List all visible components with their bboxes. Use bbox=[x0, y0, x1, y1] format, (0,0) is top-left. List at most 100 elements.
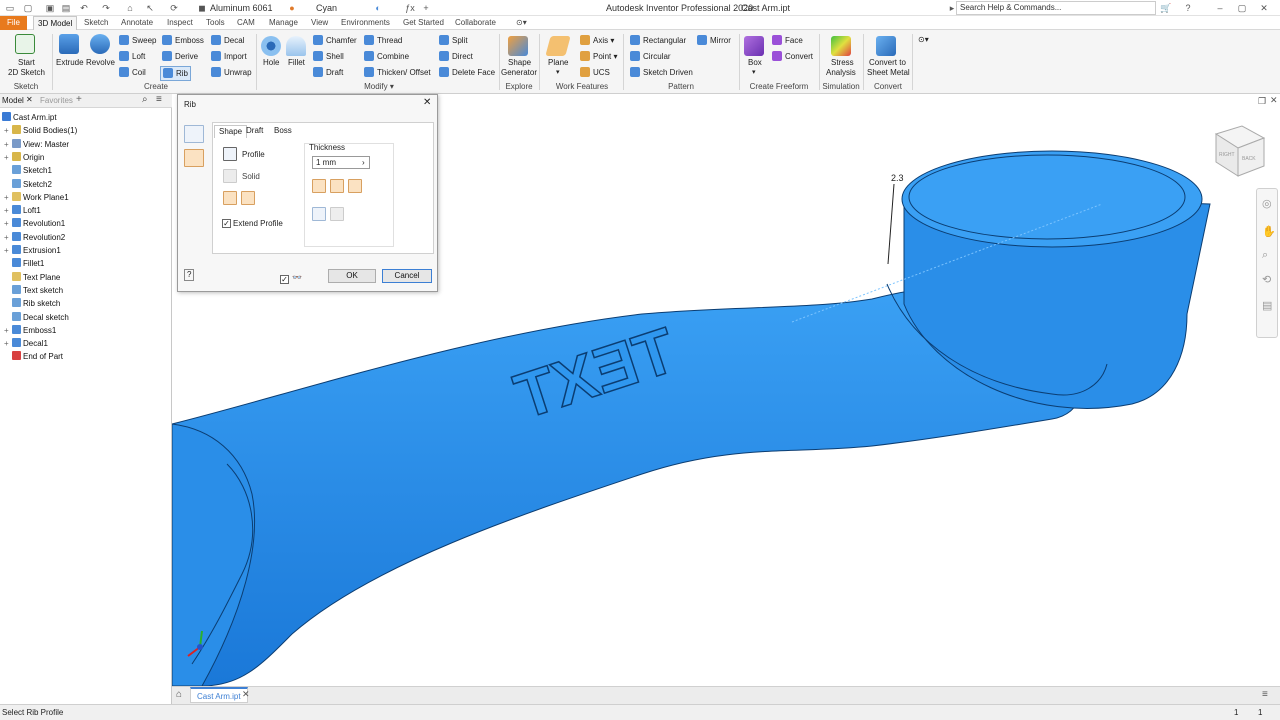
clear-appearance-icon[interactable]: ◐ bbox=[372, 2, 384, 14]
browser-item[interactable]: + Solid Bodies(1) bbox=[4, 125, 77, 138]
tab-list-icon[interactable]: ≡ bbox=[1262, 689, 1268, 700]
profile-select-icon[interactable] bbox=[223, 147, 237, 161]
new-icon[interactable]: ▢ bbox=[22, 2, 34, 14]
rib-normal-icon[interactable] bbox=[184, 125, 204, 143]
direct-button[interactable]: Direct bbox=[439, 51, 473, 62]
appearance-select[interactable]: Cyan bbox=[316, 2, 337, 14]
expand-icon[interactable]: + bbox=[4, 152, 12, 164]
expand-icon[interactable]: + bbox=[4, 125, 12, 137]
dialog-help-icon[interactable]: ? bbox=[184, 269, 195, 281]
shell-button[interactable]: Shell bbox=[313, 51, 344, 62]
sweep-button[interactable]: Sweep bbox=[119, 35, 156, 46]
group-modify[interactable]: Modify ▾ bbox=[260, 82, 498, 92]
home-tab-icon[interactable]: ⌂ bbox=[176, 689, 182, 700]
rib-parallel-icon[interactable] bbox=[184, 149, 204, 167]
sketch-driven-button[interactable]: Sketch Driven bbox=[630, 67, 693, 78]
home-icon[interactable]: ⌂ bbox=[124, 2, 136, 14]
mirror-button[interactable]: Mirror bbox=[697, 35, 731, 46]
pan-icon[interactable]: ✋ bbox=[1262, 225, 1276, 238]
browser-item[interactable]: + Emboss1 bbox=[4, 324, 56, 338]
plane-button[interactable]: Plane bbox=[548, 58, 568, 68]
extrude-icon[interactable] bbox=[59, 34, 79, 54]
analysis-label[interactable]: Analysis bbox=[826, 68, 856, 78]
maximize-icon[interactable]: ▢ bbox=[1236, 2, 1248, 14]
fillet-button[interactable]: Fillet bbox=[288, 58, 305, 68]
thickness-input[interactable]: 1 mm › bbox=[312, 156, 370, 169]
ribbon-options-icon[interactable]: ⊙▾ bbox=[512, 16, 531, 30]
thickness-symmetric-icon[interactable] bbox=[348, 179, 362, 193]
direction-2-icon[interactable] bbox=[241, 191, 255, 205]
circular-button[interactable]: Circular bbox=[630, 51, 671, 62]
expand-icon[interactable]: + bbox=[4, 192, 12, 204]
right-boss-top[interactable] bbox=[901, 150, 1203, 248]
tab-3d-model[interactable]: 3D Model bbox=[33, 16, 78, 30]
stress-label[interactable]: Stress bbox=[831, 58, 854, 68]
doc-tab-close-icon[interactable]: ✕ bbox=[242, 689, 250, 700]
stress-analysis-icon[interactable] bbox=[831, 36, 851, 56]
expand-icon[interactable]: + bbox=[4, 139, 12, 151]
emboss-button[interactable]: Emboss bbox=[162, 35, 204, 46]
generator-label[interactable]: Generator bbox=[501, 68, 537, 78]
cart-icon[interactable]: 🛒 bbox=[1160, 2, 1172, 14]
thickness-side-2-icon[interactable] bbox=[330, 179, 344, 193]
help-icon[interactable]: ? bbox=[1182, 2, 1194, 14]
tab-view[interactable]: View bbox=[307, 16, 332, 30]
browser-item[interactable]: Cast Arm.ipt bbox=[2, 112, 57, 125]
thickness-arrow-icon[interactable]: › bbox=[362, 158, 365, 168]
tab-shape[interactable]: Shape bbox=[214, 125, 248, 138]
expand-icon[interactable]: + bbox=[4, 325, 12, 337]
tab-manage[interactable]: Manage bbox=[265, 16, 302, 30]
tab-file[interactable]: File bbox=[0, 16, 27, 30]
browser-item[interactable]: Fillet1 bbox=[4, 258, 44, 271]
tab-model[interactable]: Model bbox=[2, 96, 24, 105]
expand-icon[interactable]: + bbox=[4, 338, 12, 350]
tab-tools[interactable]: Tools bbox=[202, 16, 229, 30]
tab-get-started[interactable]: Get Started bbox=[399, 16, 448, 30]
start-sketch-icon[interactable] bbox=[15, 34, 35, 54]
hole-button[interactable]: Hole bbox=[263, 58, 279, 68]
browser-item[interactable]: + Loft1 bbox=[4, 205, 41, 218]
browser-item[interactable]: Sketch2 bbox=[4, 178, 52, 192]
browser-item[interactable]: End of Part bbox=[4, 351, 63, 364]
browser-item[interactable]: Sketch1 bbox=[4, 165, 52, 178]
browser-search-icon[interactable]: ⌕ bbox=[142, 94, 148, 105]
tab-cam[interactable]: CAM bbox=[233, 16, 259, 30]
close-model-tab-icon[interactable]: ✕ bbox=[26, 95, 33, 104]
dialog-close-icon[interactable]: ✕ bbox=[423, 98, 431, 108]
restore-icon[interactable]: ❐ bbox=[1258, 96, 1266, 107]
browser-menu-icon[interactable]: ≡ bbox=[156, 94, 162, 105]
expand-icon[interactable]: + bbox=[4, 205, 12, 217]
ucs-button[interactable]: UCS bbox=[580, 67, 610, 78]
import-button[interactable]: Import bbox=[211, 51, 247, 62]
point-button[interactable]: Point ▾ bbox=[580, 51, 617, 62]
solid-select-icon[interactable] bbox=[223, 169, 237, 183]
fillet-icon[interactable] bbox=[286, 36, 306, 56]
direction-1-icon[interactable] bbox=[223, 191, 237, 205]
close-icon[interactable]: ✕ bbox=[1258, 2, 1270, 14]
browser-item[interactable]: + Decal1 bbox=[4, 338, 48, 351]
browser-item[interactable]: + View: Master bbox=[4, 138, 69, 152]
chamfer-button[interactable]: Chamfer bbox=[313, 35, 357, 46]
derive-button[interactable]: Derive bbox=[162, 51, 198, 62]
search-input[interactable]: Search Help & Commands... bbox=[956, 1, 1156, 15]
tab-inspect[interactable]: Inspect bbox=[163, 16, 197, 30]
shape-label[interactable]: Shape bbox=[508, 58, 531, 68]
view-cube[interactable]: RIGHT BACK bbox=[1214, 125, 1266, 177]
save-icon[interactable]: ▤ bbox=[60, 2, 72, 14]
shape-generator-icon[interactable] bbox=[508, 36, 528, 56]
fx-icon[interactable]: ƒx bbox=[404, 2, 416, 14]
thread-button[interactable]: Thread bbox=[364, 35, 402, 46]
tab-boss[interactable]: Boss bbox=[274, 126, 292, 136]
unwrap-button[interactable]: Unwrap bbox=[211, 67, 252, 78]
delete-face-button[interactable]: Delete Face bbox=[439, 67, 495, 78]
decal-button[interactable]: Decal bbox=[211, 35, 244, 46]
browser-item[interactable]: Rib sketch bbox=[4, 298, 60, 311]
extend-profile-checkbox[interactable]: ✓ bbox=[222, 219, 231, 228]
browser-item[interactable]: + Revolution2 bbox=[4, 231, 65, 245]
app-menu-icon[interactable]: ▭ bbox=[4, 2, 16, 14]
expand-icon[interactable]: + bbox=[4, 245, 12, 257]
coil-button[interactable]: Coil bbox=[119, 67, 146, 78]
combine-button[interactable]: Combine bbox=[364, 51, 409, 62]
update-icon[interactable]: ⟳ bbox=[168, 2, 180, 14]
plus-icon[interactable]: + bbox=[420, 2, 432, 14]
